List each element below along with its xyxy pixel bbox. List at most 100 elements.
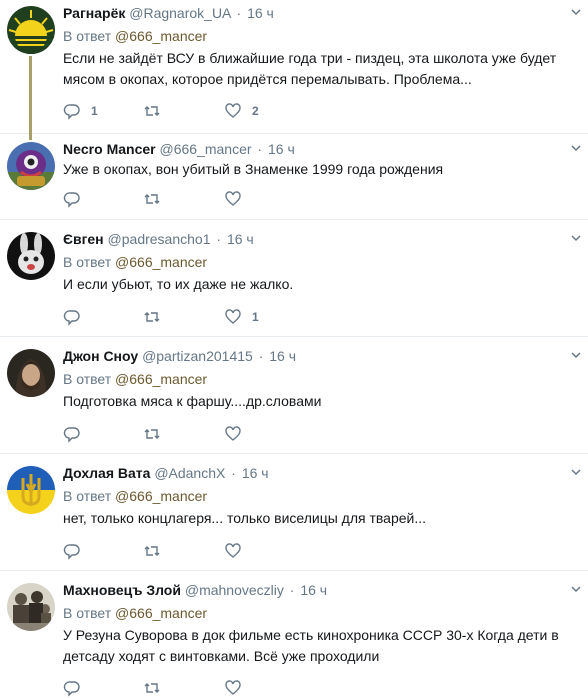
tweet[interactable]: Рагнарёк @Ragnarok_UA · 16 ч В ответ @66… <box>0 0 588 140</box>
chevron-down-icon[interactable] <box>570 6 582 18</box>
retweet-icon <box>144 312 160 322</box>
reply-prefix: В ответ <box>63 28 112 44</box>
reply-icon <box>63 427 80 443</box>
timestamp[interactable]: 16 ч <box>300 582 327 598</box>
reply-prefix: В ответ <box>63 371 112 387</box>
retweet-button[interactable] <box>143 424 171 444</box>
timestamp[interactable]: 16 ч <box>268 141 295 157</box>
like-button[interactable] <box>224 189 252 209</box>
reply-context: В ответ @666_mancer <box>63 370 578 388</box>
separator-dot: · <box>236 5 242 21</box>
retweet-icon <box>144 106 160 116</box>
separator-dot: · <box>231 465 236 481</box>
chevron-down-icon[interactable] <box>570 583 582 595</box>
reply-button[interactable]: 1 <box>63 101 98 121</box>
reply-icon <box>63 310 80 326</box>
author-name[interactable]: Євген <box>63 231 104 247</box>
author-handle[interactable]: @padresancho1 <box>108 231 211 247</box>
separator-dot: · <box>289 582 295 598</box>
author-name[interactable]: Джон Сноу <box>63 348 138 364</box>
avatar-sun-flag[interactable] <box>7 6 55 54</box>
reply-icon <box>63 681 80 697</box>
like-count: 2 <box>252 104 259 118</box>
reply-button[interactable] <box>63 189 91 209</box>
author-handle[interactable]: @partizan201415 <box>142 348 253 364</box>
reply-mention[interactable]: @666_mancer <box>115 254 207 270</box>
reply-icon <box>63 544 80 560</box>
chevron-down-icon[interactable] <box>570 142 582 154</box>
tweet-feed: Рагнарёк @Ragnarok_UA · 16 ч В ответ @66… <box>0 0 588 697</box>
tweet-text: Подготовка мяса к фаршу....др.словами <box>63 393 322 409</box>
author-handle[interactable]: @mahnoveczliy <box>185 582 284 598</box>
author-handle[interactable]: @Ragnarok_UA <box>129 5 230 21</box>
reply-mention[interactable]: @666_mancer <box>115 28 207 44</box>
reply-button[interactable] <box>63 307 91 327</box>
retweet-button[interactable] <box>143 189 171 209</box>
tweet[interactable]: Дохлая Вата @AdanchX · 16 ч В ответ @666… <box>0 454 588 571</box>
author-name[interactable]: Рагнарёк <box>63 5 125 21</box>
author-name[interactable]: Махновецъ Злой <box>63 582 181 598</box>
avatar-portrait[interactable] <box>7 349 55 397</box>
like-button[interactable] <box>224 678 252 698</box>
reply-prefix: В ответ <box>63 605 112 621</box>
avatar-rabbit[interactable] <box>7 232 55 280</box>
retweet-button[interactable] <box>143 101 171 121</box>
author-name[interactable]: Дохлая Вата <box>63 465 150 481</box>
reply-button[interactable] <box>63 678 91 698</box>
heart-icon <box>225 103 241 118</box>
like-button[interactable] <box>224 541 252 561</box>
reply-icon <box>63 104 80 120</box>
author-name[interactable]: Necro Mancer <box>63 141 156 157</box>
like-button[interactable] <box>224 424 252 444</box>
chevron-down-icon[interactable] <box>570 349 582 361</box>
tweet[interactable]: Махновецъ Злой @mahnoveczliy · 16 ч В от… <box>0 571 588 697</box>
retweet-button[interactable] <box>143 541 171 561</box>
author-handle[interactable]: @666_mancer <box>159 141 251 157</box>
tweet-text: нет, только концлагеря... только виселиц… <box>63 510 427 526</box>
author-handle[interactable]: @AdanchX <box>154 465 225 481</box>
heart-icon <box>225 191 241 206</box>
reply-button[interactable] <box>63 541 91 561</box>
retweet-icon <box>144 546 160 556</box>
retweet-icon <box>144 683 160 693</box>
timestamp[interactable]: 16 ч <box>269 348 296 364</box>
reply-mention[interactable]: @666_mancer <box>115 488 207 504</box>
reply-icon <box>63 192 80 208</box>
separator-dot: · <box>258 348 264 364</box>
avatar-group-photo[interactable] <box>7 583 55 631</box>
reply-context: В ответ @666_mancer <box>63 27 578 45</box>
heart-icon <box>225 309 241 324</box>
reply-context: В ответ @666_mancer <box>63 604 578 622</box>
reply-count: 1 <box>91 104 98 118</box>
thread-line <box>29 56 32 140</box>
tweet-text: И если убьют, то их даже не жалко. <box>63 276 294 292</box>
heart-icon <box>225 543 241 558</box>
reply-button[interactable] <box>63 424 91 444</box>
tweet[interactable]: Джон Сноу @partizan201415 · 16 ч В ответ… <box>0 337 588 454</box>
heart-icon <box>225 680 241 695</box>
tweet-text: У Резуна Суворова в док фильме есть кино… <box>63 627 559 664</box>
chevron-down-icon[interactable] <box>570 232 582 244</box>
reply-mention[interactable]: @666_mancer <box>115 371 207 387</box>
reply-mention[interactable]: @666_mancer <box>115 605 207 621</box>
avatar-trident-flag[interactable] <box>7 466 55 514</box>
tweet[interactable]: Євген @padresancho1 · 16 ч В ответ @666_… <box>0 220 588 337</box>
chevron-down-icon[interactable] <box>570 466 582 478</box>
timestamp[interactable]: 16 ч <box>227 231 254 247</box>
separator-dot: · <box>216 231 222 247</box>
like-button[interactable]: 2 <box>224 101 259 121</box>
reply-prefix: В ответ <box>63 254 112 270</box>
retweet-button[interactable] <box>143 307 171 327</box>
tweet-text: Если не зайдёт ВСУ в ближайшие года три … <box>63 50 557 87</box>
timestamp[interactable]: 16 ч <box>242 465 269 481</box>
separator-dot: · <box>257 141 263 157</box>
reply-prefix: В ответ <box>63 488 112 504</box>
retweet-button[interactable] <box>143 678 171 698</box>
tweet[interactable]: Necro Mancer @666_mancer · 16 ч Уже в ок… <box>0 134 588 220</box>
timestamp[interactable]: 16 ч <box>247 5 274 21</box>
like-button[interactable]: 1 <box>224 307 259 327</box>
reply-context: В ответ @666_mancer <box>63 487 578 505</box>
retweet-icon <box>144 194 160 204</box>
avatar-purple-creature[interactable] <box>7 142 55 190</box>
like-count: 1 <box>252 310 259 324</box>
